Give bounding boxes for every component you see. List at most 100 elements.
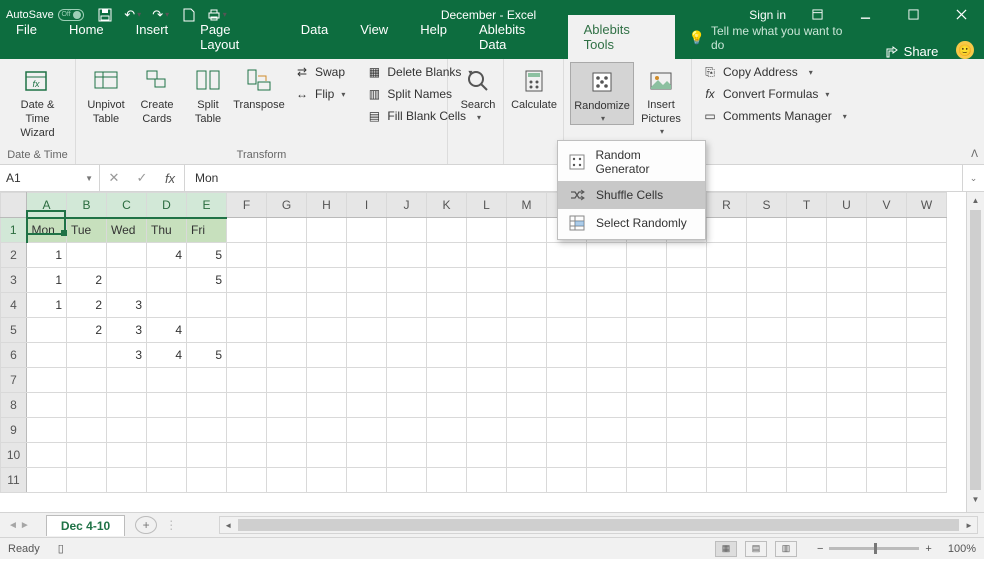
cell-F3[interactable]	[227, 268, 267, 293]
cell-L6[interactable]	[467, 343, 507, 368]
cell-M1[interactable]	[507, 218, 547, 243]
row-header-1[interactable]: 1	[1, 218, 27, 243]
comments-manager-button[interactable]: ▭Comments Manager▾	[698, 106, 851, 126]
cell-U10[interactable]	[827, 443, 867, 468]
col-header-B[interactable]: B	[67, 193, 107, 218]
cell-B8[interactable]	[67, 393, 107, 418]
row-header-9[interactable]: 9	[1, 418, 27, 443]
cell-U8[interactable]	[827, 393, 867, 418]
cell-O7[interactable]	[587, 368, 627, 393]
cell-T2[interactable]	[787, 243, 827, 268]
cell-U6[interactable]	[827, 343, 867, 368]
cell-W3[interactable]	[907, 268, 947, 293]
cell-V8[interactable]	[867, 393, 907, 418]
cell-D9[interactable]	[147, 418, 187, 443]
tab-nav-arrows[interactable]: ◄►	[0, 520, 38, 531]
scroll-right-icon[interactable]: ►	[961, 517, 977, 534]
cell-K10[interactable]	[427, 443, 467, 468]
cell-L9[interactable]	[467, 418, 507, 443]
col-header-G[interactable]: G	[267, 193, 307, 218]
tab-data[interactable]: Data	[285, 15, 344, 59]
split-table-button[interactable]: Split Table	[184, 62, 232, 127]
maximize-icon[interactable]	[896, 4, 930, 26]
cell-M6[interactable]	[507, 343, 547, 368]
cell-P2[interactable]	[627, 243, 667, 268]
row-header-5[interactable]: 5	[1, 318, 27, 343]
cell-L2[interactable]	[467, 243, 507, 268]
cell-N9[interactable]	[547, 418, 587, 443]
tab-ablebits-tools[interactable]: Ablebits Tools	[568, 15, 675, 59]
close-icon[interactable]	[944, 4, 978, 26]
col-header-I[interactable]: I	[347, 193, 387, 218]
cell-B2[interactable]	[67, 243, 107, 268]
cell-W10[interactable]	[907, 443, 947, 468]
cell-O5[interactable]	[587, 318, 627, 343]
cell-R10[interactable]	[707, 443, 747, 468]
cell-J1[interactable]	[387, 218, 427, 243]
cell-H11[interactable]	[307, 468, 347, 493]
cell-D8[interactable]	[147, 393, 187, 418]
cell-J4[interactable]	[387, 293, 427, 318]
cell-G2[interactable]	[267, 243, 307, 268]
insert-function-icon[interactable]: fx	[156, 171, 184, 186]
col-header-V[interactable]: V	[867, 193, 907, 218]
cell-G10[interactable]	[267, 443, 307, 468]
col-header-A[interactable]: A	[27, 193, 67, 218]
cell-K3[interactable]	[427, 268, 467, 293]
cell-D6[interactable]: 4	[147, 343, 187, 368]
cell-L10[interactable]	[467, 443, 507, 468]
row-header-4[interactable]: 4	[1, 293, 27, 318]
cell-G9[interactable]	[267, 418, 307, 443]
select-randomly-item[interactable]: Select Randomly	[558, 209, 705, 237]
cell-N10[interactable]	[547, 443, 587, 468]
cell-M11[interactable]	[507, 468, 547, 493]
cell-P11[interactable]	[627, 468, 667, 493]
scroll-thumb[interactable]	[970, 210, 981, 490]
cell-C10[interactable]	[107, 443, 147, 468]
cell-S9[interactable]	[747, 418, 787, 443]
cell-R1[interactable]	[707, 218, 747, 243]
cell-E1[interactable]: Fri	[187, 218, 227, 243]
cell-J5[interactable]	[387, 318, 427, 343]
expand-formula-bar-icon[interactable]: ⌄	[962, 165, 984, 191]
cell-W1[interactable]	[907, 218, 947, 243]
cell-J10[interactable]	[387, 443, 427, 468]
cell-D5[interactable]: 4	[147, 318, 187, 343]
cell-Q7[interactable]	[667, 368, 707, 393]
cell-L11[interactable]	[467, 468, 507, 493]
cell-G7[interactable]	[267, 368, 307, 393]
col-header-C[interactable]: C	[107, 193, 147, 218]
cell-J11[interactable]	[387, 468, 427, 493]
col-header-T[interactable]: T	[787, 193, 827, 218]
cell-E8[interactable]	[187, 393, 227, 418]
zoom-slider[interactable]	[829, 547, 919, 550]
tab-insert[interactable]: Insert	[120, 15, 185, 59]
row-header-3[interactable]: 3	[1, 268, 27, 293]
cell-A8[interactable]	[27, 393, 67, 418]
cell-T7[interactable]	[787, 368, 827, 393]
cell-F6[interactable]	[227, 343, 267, 368]
cell-G3[interactable]	[267, 268, 307, 293]
page-layout-view-button[interactable]: ▤	[745, 541, 767, 557]
cell-S11[interactable]	[747, 468, 787, 493]
cell-E6[interactable]: 5	[187, 343, 227, 368]
cell-S6[interactable]	[747, 343, 787, 368]
cell-Q4[interactable]	[667, 293, 707, 318]
tab-page-layout[interactable]: Page Layout	[184, 15, 285, 59]
tab-view[interactable]: View	[344, 15, 404, 59]
cell-S4[interactable]	[747, 293, 787, 318]
cell-Q6[interactable]	[667, 343, 707, 368]
cell-V11[interactable]	[867, 468, 907, 493]
cell-G5[interactable]	[267, 318, 307, 343]
cell-E10[interactable]	[187, 443, 227, 468]
cell-I9[interactable]	[347, 418, 387, 443]
shuffle-cells-item[interactable]: Shuffle Cells	[558, 181, 705, 209]
cell-P5[interactable]	[627, 318, 667, 343]
col-header-W[interactable]: W	[907, 193, 947, 218]
cell-V1[interactable]	[867, 218, 907, 243]
cell-V3[interactable]	[867, 268, 907, 293]
cell-W6[interactable]	[907, 343, 947, 368]
cell-O2[interactable]	[587, 243, 627, 268]
cell-N2[interactable]	[547, 243, 587, 268]
cell-T6[interactable]	[787, 343, 827, 368]
